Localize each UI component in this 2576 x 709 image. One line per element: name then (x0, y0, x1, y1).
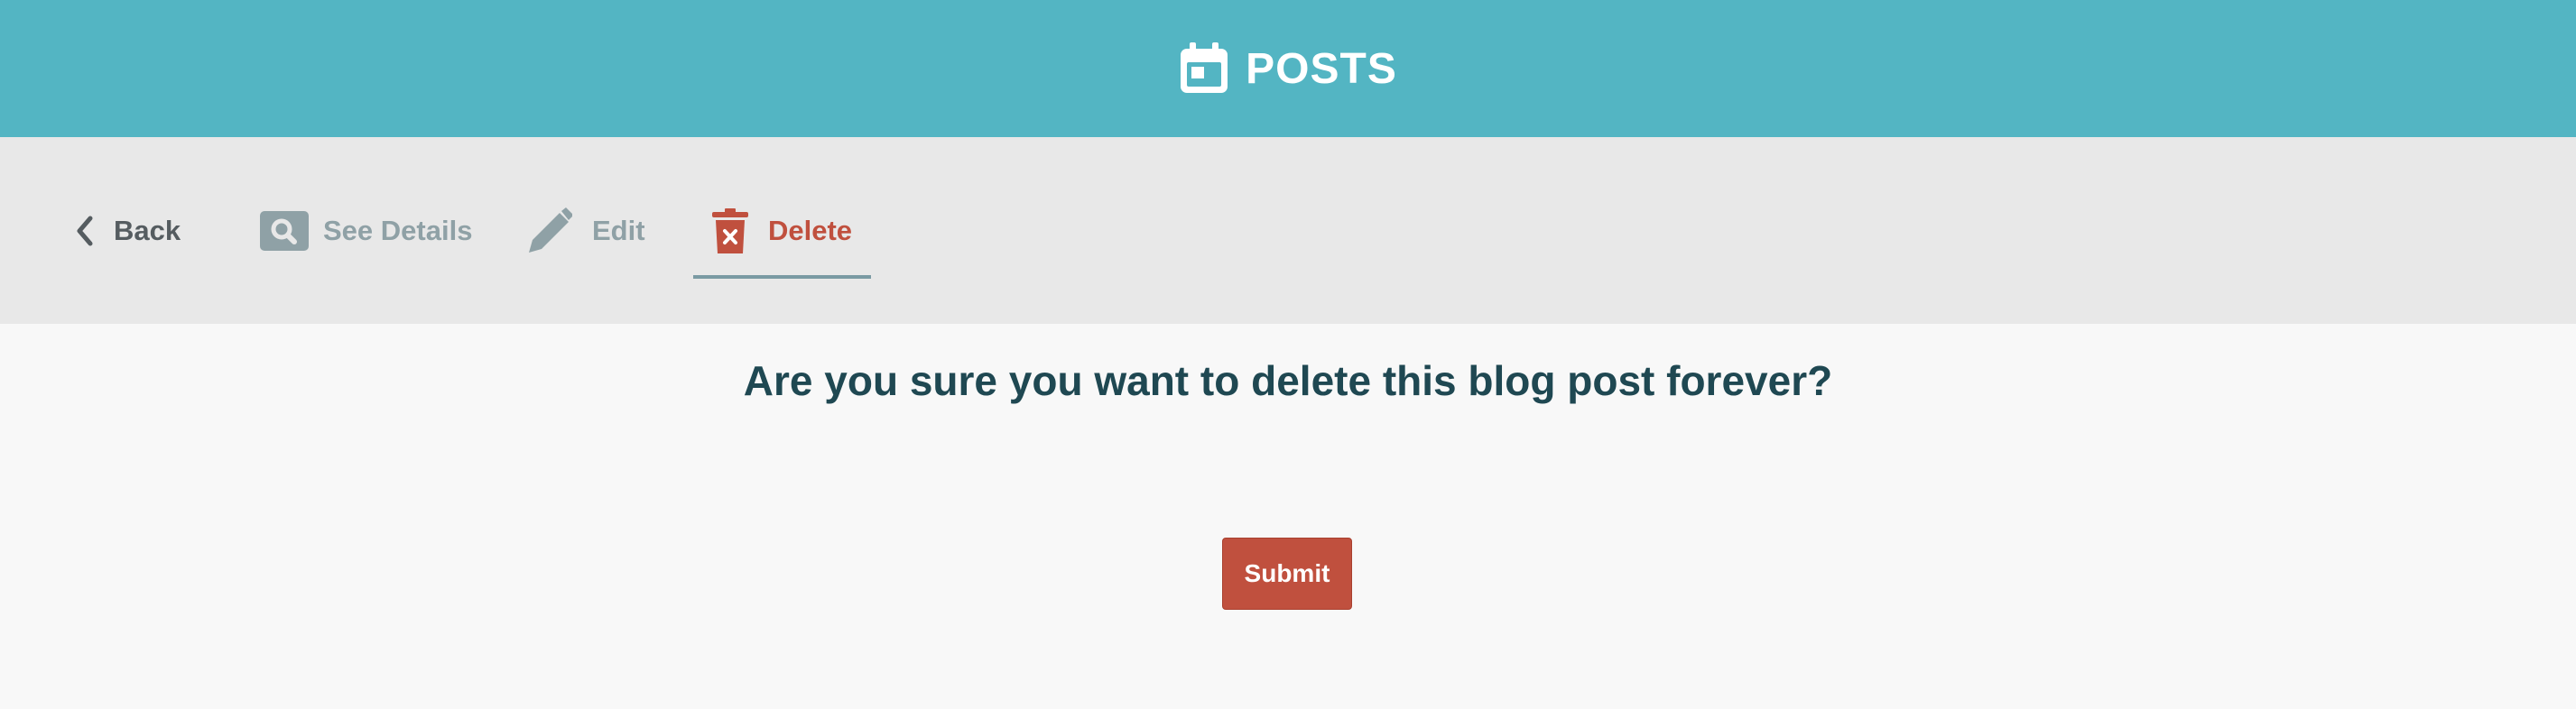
back-label: Back (114, 214, 181, 246)
pencil-icon (527, 207, 572, 254)
action-toolbar: Back See Details Edit Delete (0, 137, 2576, 324)
trash-icon (711, 207, 748, 253)
see-details-button[interactable]: See Details (260, 137, 472, 324)
submit-button[interactable]: Submit (1222, 538, 1352, 610)
active-tab-indicator (693, 275, 871, 279)
header-title-group: POSTS (1179, 42, 1397, 95)
delete-confirmation: Are you sure you want to delete this blo… (0, 324, 2576, 709)
delete-tab[interactable]: Delete (693, 137, 871, 324)
page-header: POSTS (0, 0, 2576, 137)
confirmation-question: Are you sure you want to delete this blo… (743, 357, 1833, 404)
search-icon (260, 210, 309, 251)
delete-label: Delete (767, 214, 853, 246)
page-title: POSTS (1246, 44, 1397, 93)
calendar-icon (1179, 42, 1229, 95)
see-details-label: See Details (323, 214, 473, 246)
edit-label: Edit (592, 214, 645, 246)
back-button[interactable]: Back (76, 137, 181, 324)
edit-button[interactable]: Edit (527, 137, 645, 324)
chevron-left-icon (76, 216, 94, 246)
